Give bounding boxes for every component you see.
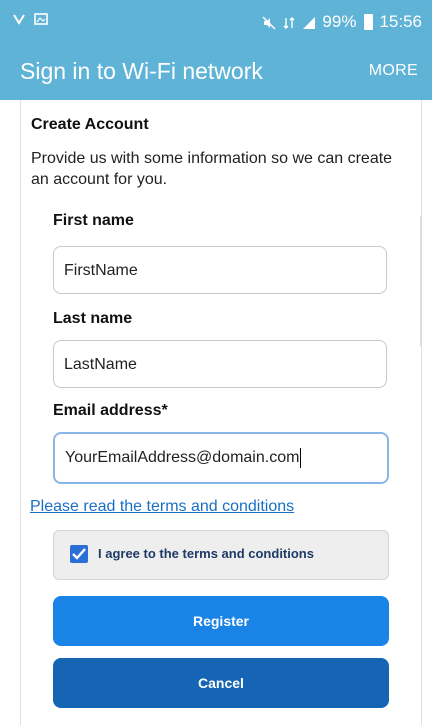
register-button[interactable]: Register [53, 596, 389, 646]
first-name-value: FirstName [64, 262, 138, 279]
scrollbar[interactable] [420, 216, 422, 346]
status-right-icons: 99% 15:56 [262, 12, 422, 32]
first-name-field[interactable]: FirstName [53, 246, 387, 294]
battery-percent: 99% [322, 12, 357, 31]
terms-link[interactable]: Please read the terms and conditions [30, 498, 294, 516]
check-icon [72, 548, 86, 560]
battery-icon [364, 14, 374, 30]
email-value: YourEmailAddress@domain.com [65, 449, 300, 466]
status-time: 15:56 [379, 12, 422, 31]
first-name-label: First name [53, 212, 134, 229]
agree-checkbox[interactable] [70, 545, 88, 563]
last-name-field[interactable]: LastName [53, 340, 387, 388]
image-icon [34, 12, 48, 26]
lte-icon [282, 15, 296, 29]
agree-label[interactable]: I agree to the terms and conditions [98, 546, 314, 561]
signal-icon [302, 15, 316, 29]
text-caret [300, 447, 302, 468]
email-label: Email address* [53, 402, 168, 419]
cancel-button[interactable]: Cancel [53, 658, 389, 708]
app-title: Sign in to Wi-Fi network [20, 58, 263, 84]
status-bar: 99% 15:56 [0, 0, 432, 48]
mute-icon [262, 15, 276, 30]
last-name-value: LastName [64, 356, 137, 373]
notification-icon [12, 12, 26, 26]
intro-text: Provide us with some information so we c… [31, 150, 393, 188]
status-left-icons [12, 12, 48, 26]
captive-portal-page: Create Account Provide us with some info… [20, 100, 422, 725]
app-bar: Sign in to Wi-Fi network MORE [0, 48, 432, 100]
section-title: Create Account [31, 116, 149, 133]
more-button[interactable]: MORE [369, 62, 418, 80]
email-field[interactable]: YourEmailAddress@domain.com [53, 432, 389, 484]
last-name-label: Last name [53, 310, 133, 327]
agree-terms-row[interactable]: I agree to the terms and conditions [53, 530, 389, 580]
